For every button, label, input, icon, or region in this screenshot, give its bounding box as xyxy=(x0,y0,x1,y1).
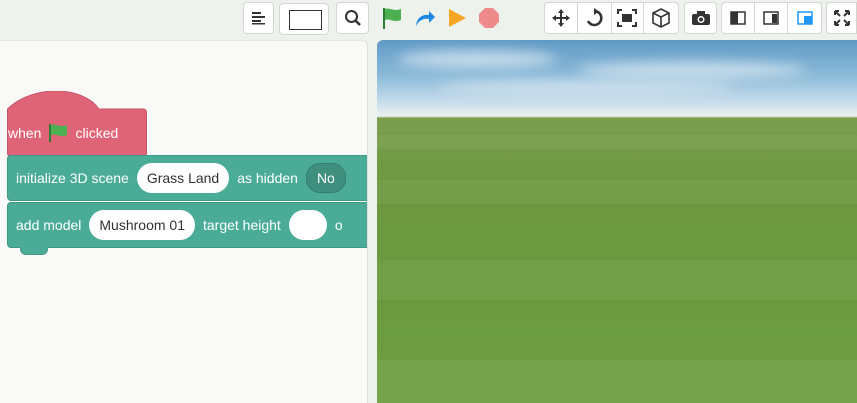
as-hidden-label: as hidden xyxy=(237,170,298,186)
3d-box-button[interactable] xyxy=(644,3,678,33)
zoom-level-box[interactable] xyxy=(279,3,329,35)
code-view-toggle-button[interactable] xyxy=(243,2,274,34)
rotate-camera-button[interactable] xyxy=(578,3,612,33)
layout-left-button[interactable] xyxy=(722,3,755,33)
frame-button[interactable] xyxy=(612,3,645,33)
frame-icon xyxy=(617,9,638,27)
layout-right-icon xyxy=(763,11,779,25)
play-icon xyxy=(449,9,466,27)
align-left-icon xyxy=(251,12,265,25)
sky-cloud xyxy=(397,50,557,68)
model-dropdown[interactable]: Mushroom 01 xyxy=(89,210,195,240)
move-arrows-icon xyxy=(551,9,570,27)
zoom-to-fit-button[interactable] xyxy=(336,2,369,34)
block-bottom-notch xyxy=(20,247,48,255)
grass-stripe xyxy=(377,360,857,403)
zoom-preview xyxy=(289,10,322,30)
grass-stripe xyxy=(377,180,857,204)
camera-icon xyxy=(691,11,710,25)
search-icon xyxy=(344,10,361,26)
layout-right-button[interactable] xyxy=(755,3,789,33)
stop-icon xyxy=(479,8,499,28)
green-flag-icon xyxy=(49,124,68,142)
stop-button[interactable] xyxy=(477,6,501,30)
init-scene-label: initialize 3D scene xyxy=(16,170,129,186)
add-model-label: add model xyxy=(16,217,82,233)
trailing-label: o xyxy=(334,217,343,233)
sky-cloud xyxy=(437,80,737,94)
code-workspace[interactable]: when clicked initialize 3D scene Grass L… xyxy=(0,40,368,403)
top-toolbar xyxy=(0,0,857,40)
3d-scene-view[interactable] xyxy=(377,40,857,403)
layout-group xyxy=(721,2,822,34)
move-camera-button[interactable] xyxy=(545,3,578,33)
layout-left-icon xyxy=(730,11,746,25)
sky-cloud xyxy=(577,62,807,78)
expand-icon xyxy=(833,10,850,26)
cube-icon xyxy=(652,8,670,28)
scene-dropdown[interactable]: Grass Land xyxy=(136,163,230,193)
layout-overlay-icon xyxy=(796,11,813,25)
when-flag-clicked-label: when clicked xyxy=(8,123,118,143)
panel-divider[interactable] xyxy=(368,40,377,403)
play-button[interactable] xyxy=(445,6,469,30)
rotate-icon xyxy=(586,8,603,27)
run-button[interactable] xyxy=(380,6,404,30)
grass-stripe xyxy=(377,260,857,300)
layout-overlay-button[interactable] xyxy=(788,3,821,33)
add-model-block[interactable]: add model Mushroom 01 target height o xyxy=(7,202,367,248)
green-flag-icon xyxy=(383,8,401,29)
step-button[interactable] xyxy=(413,6,437,30)
screenshot-button[interactable] xyxy=(684,2,717,34)
target-height-label: target height xyxy=(202,217,281,233)
when-text: when xyxy=(8,125,42,141)
initialize-3d-scene-block[interactable]: initialize 3D scene Grass Land as hidden… xyxy=(7,155,367,201)
grass-stripe xyxy=(377,135,857,149)
camera-tools-group xyxy=(544,2,679,34)
clicked-text: clicked xyxy=(75,125,119,141)
hidden-dropdown[interactable]: No xyxy=(305,163,346,193)
fullscreen-button[interactable] xyxy=(826,2,857,34)
target-height-input[interactable] xyxy=(288,210,327,240)
redo-arrow-icon xyxy=(416,11,435,26)
